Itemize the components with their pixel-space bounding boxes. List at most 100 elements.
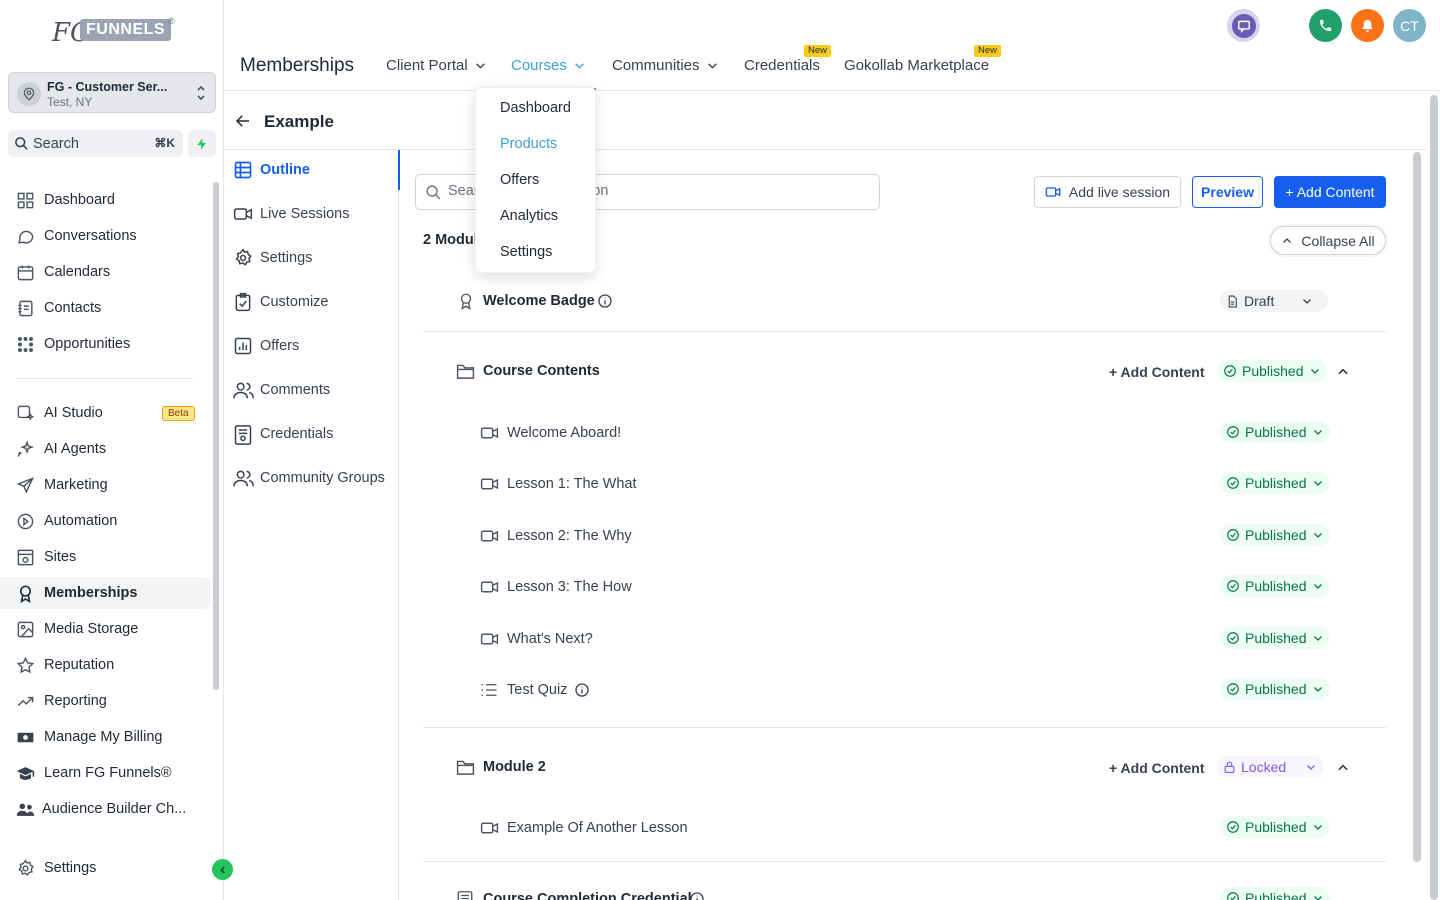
subnav-label: Customize [260,294,329,310]
status-label: Published [1245,527,1307,543]
sidebar-item-dashboard[interactable]: Dashboard [0,184,210,216]
tab-label: Client Portal [386,57,468,74]
sidebar-item-billing[interactable]: Manage My Billing [0,721,210,753]
sidebar-item-conversations[interactable]: Conversations [0,220,210,252]
preview-button[interactable]: Preview [1192,176,1263,208]
subnav-outline[interactable]: Outline [224,150,400,190]
check-circle-icon [1227,477,1239,489]
lesson-row[interactable]: Lesson 2: The Why Published [423,523,1386,549]
document-icon [1228,295,1237,307]
lesson-row[interactable]: Lesson 1: The What Published [423,471,1386,497]
logo-funnels-text: FUNNELS [80,19,172,41]
tab-credentials[interactable]: Credentials [744,57,820,74]
sidebar-item-media-storage[interactable]: Media Storage [0,613,210,645]
subnav-live-sessions[interactable]: Live Sessions [224,194,399,234]
sidebar-item-learn[interactable]: Learn FG Funnels® [0,757,210,789]
module-row[interactable]: Module 2 + Add Content Locked [423,754,1386,780]
module-add-content-link[interactable]: + Add Content [1109,364,1205,380]
subnav-label: Settings [260,250,313,266]
status-dropdown-published[interactable]: Published [1220,627,1330,649]
sidebar-item-settings[interactable]: Settings [0,852,210,884]
status-dropdown-draft[interactable]: Draft [1220,290,1328,312]
menu-item-dashboard[interactable]: Dashboard [500,100,571,116]
sidebar-search[interactable]: Search ⌘K [8,130,183,157]
menu-item-products[interactable]: Products [500,136,557,152]
sidebar-item-sites[interactable]: Sites [0,541,210,573]
course-title: Example [264,112,334,131]
status-dropdown-locked[interactable]: Locked [1217,756,1324,778]
back-arrow-icon[interactable] [234,112,252,130]
chevron-up-icon[interactable] [1336,761,1350,775]
status-dropdown-published[interactable]: Published [1220,816,1330,838]
fg-funnels-logo[interactable]: FG FUNNELS ® [50,14,180,56]
module-add-content-link[interactable]: + Add Content [1109,760,1205,776]
add-content-button[interactable]: + Add Content [1274,176,1386,208]
info-icon[interactable] [689,891,705,900]
message-icon [1237,20,1250,33]
sidebar-item-label: Dashboard [44,192,115,208]
chevron-down-icon [475,63,485,69]
sidebar-item-contacts[interactable]: Contacts [0,292,210,324]
sidebar-item-marketing[interactable]: Marketing [0,469,210,501]
sidebar-item-memberships[interactable]: Memberships [0,577,210,609]
status-dropdown-published[interactable]: Published [1217,360,1327,382]
chevron-down-icon [707,63,717,69]
status-dropdown-published[interactable]: Published [1220,575,1330,597]
tab-gokollab-marketplace[interactable]: Gokollab Marketplace [844,57,989,74]
add-live-session-button[interactable]: Add live session [1034,176,1181,208]
status-dropdown-published[interactable]: Published [1220,678,1330,700]
sidebar-item-calendars[interactable]: Calendars [0,256,210,288]
subnav-settings[interactable]: Settings [224,238,399,278]
sidebar-item-audience-builder[interactable]: Audience Builder Ch... [0,793,210,825]
tab-label: Communities [612,57,700,74]
subnav-comments[interactable]: Comments [224,370,399,410]
info-icon[interactable] [597,293,613,309]
credential-row[interactable]: Course Completion Credential Published [423,886,1386,900]
phone-button[interactable] [1309,9,1342,42]
outline-scrollbar[interactable] [1413,152,1421,862]
collapse-all-button[interactable]: Collapse All [1270,226,1386,255]
sidebar-item-opportunities[interactable]: Opportunities [0,328,210,360]
status-dropdown-published[interactable]: Published [1220,524,1330,546]
lesson-row[interactable]: Lesson 3: The How Published [423,574,1386,600]
status-dropdown-published[interactable]: Published [1220,472,1330,494]
chevron-up-icon[interactable] [1336,365,1350,379]
lesson-row[interactable]: What's Next? Published [423,626,1386,652]
status-dropdown-published[interactable]: Published [1220,421,1330,443]
sidebar-item-reporting[interactable]: Reporting [0,685,210,717]
info-icon[interactable] [574,682,590,698]
page-scrollbar[interactable] [1430,95,1438,900]
sidebar-item-ai-agents[interactable]: AI Agents [0,433,210,465]
subnav-customize[interactable]: Customize [224,282,399,322]
menu-item-offers[interactable]: Offers [500,172,539,188]
sidebar-scrollbar[interactable] [213,182,219,690]
chat-widget-button[interactable] [1227,9,1260,42]
module-row[interactable]: Course Contents + Add Content Published [423,358,1386,384]
subnav-community-groups[interactable]: Community Groups [224,458,399,498]
status-dropdown-published[interactable]: Published [1220,887,1330,900]
tab-communities[interactable]: Communities [612,57,719,74]
menu-item-settings[interactable]: Settings [500,244,552,260]
sidebar-item-ai-studio[interactable]: AI Studio Beta [0,397,210,429]
tab-courses[interactable]: Courses [511,57,586,74]
quick-actions-button[interactable] [188,130,216,157]
lesson-row[interactable]: Welcome Aboard! Published [423,420,1386,446]
welcome-badge-row[interactable]: Welcome Badge Draft [423,288,1386,314]
tab-client-portal[interactable]: Client Portal [386,57,487,74]
sidebar-item-label: Automation [44,513,118,529]
sidebar-item-automation[interactable]: Automation [0,505,210,537]
subnav-credentials[interactable]: Credentials [224,414,399,454]
folder-icon [456,760,475,775]
menu-item-analytics[interactable]: Analytics [500,208,558,224]
lesson-row[interactable]: Example Of Another Lesson Published [423,815,1386,841]
status-label: Draft [1244,293,1275,309]
sidebar-item-label: AI Agents [44,441,107,457]
calendar-icon [17,265,34,281]
lesson-row[interactable]: Test Quiz Published [423,677,1386,703]
video-icon [480,530,499,542]
notifications-button[interactable] [1351,9,1384,42]
sidebar-item-reputation[interactable]: Reputation [0,649,210,681]
user-avatar[interactable]: CT [1393,9,1426,42]
account-switcher[interactable]: FG - Customer Ser... Test, NY [8,72,216,113]
subnav-offers[interactable]: Offers [224,326,399,366]
